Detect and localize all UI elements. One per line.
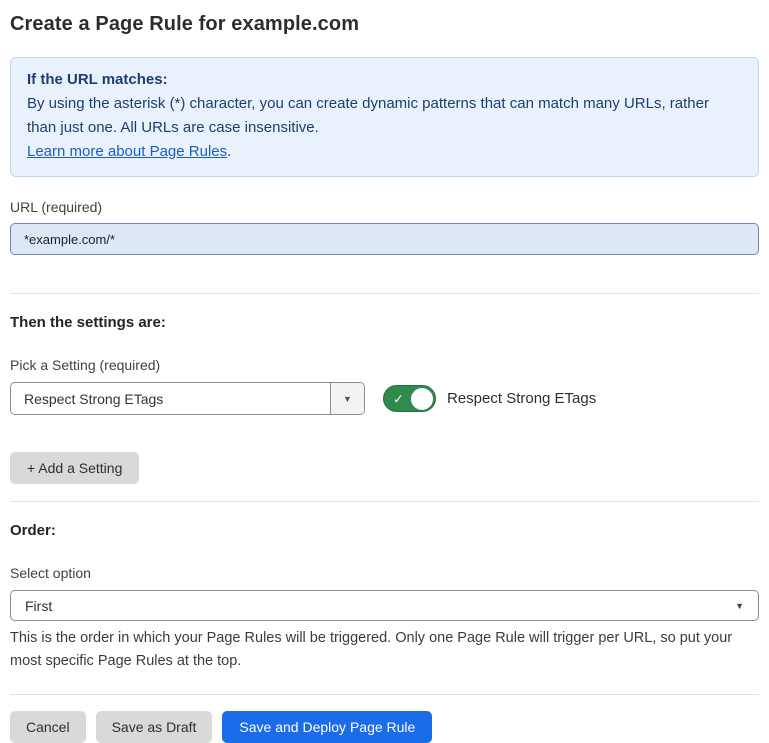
divider [10,694,759,695]
order-select[interactable]: First ▼ [10,590,759,621]
chevron-down-icon: ▼ [735,601,744,611]
setting-row: Respect Strong ETags ▼ ✓ Respect Strong … [10,382,759,415]
url-match-info-box: If the URL matches: By using the asteris… [10,57,759,177]
order-select-label: Select option [10,564,759,582]
save-as-draft-button[interactable]: Save as Draft [96,711,213,743]
cancel-button[interactable]: Cancel [10,711,86,743]
url-input[interactable] [10,223,759,255]
divider [10,293,759,294]
etags-toggle[interactable]: ✓ [383,385,436,412]
info-box-heading: If the URL matches: [27,68,742,92]
link-period: . [227,143,231,160]
order-select-value: First [25,598,52,614]
info-box-link-line: Learn more about Page Rules. [27,140,742,164]
page-title: Create a Page Rule for example.com [10,11,759,37]
order-section-heading: Order: [10,521,759,540]
toggle-label: Respect Strong ETags [447,390,596,407]
footer-actions: Cancel Save as Draft Save and Deploy Pag… [10,711,759,743]
settings-section-heading: Then the settings are: [10,313,759,332]
add-setting-button[interactable]: + Add a Setting [10,452,139,484]
learn-more-link[interactable]: Learn more about Page Rules [27,143,227,160]
setting-select[interactable]: Respect Strong ETags ▼ [10,382,365,415]
pick-setting-label: Pick a Setting (required) [10,356,759,374]
order-help-text: This is the order in which your Page Rul… [10,627,750,673]
info-box-body: By using the asterisk (*) character, you… [27,92,742,140]
check-icon: ✓ [393,392,404,405]
setting-select-arrow-button[interactable]: ▼ [330,383,364,414]
setting-select-value: Respect Strong ETags [11,383,330,414]
url-field-label: URL (required) [10,198,759,216]
toggle-knob [411,388,433,410]
page-rule-form: Create a Page Rule for example.com If th… [0,11,769,743]
dropdown-arrow-icon: ▼ [343,394,352,404]
divider [10,501,759,502]
save-and-deploy-button[interactable]: Save and Deploy Page Rule [222,711,432,743]
